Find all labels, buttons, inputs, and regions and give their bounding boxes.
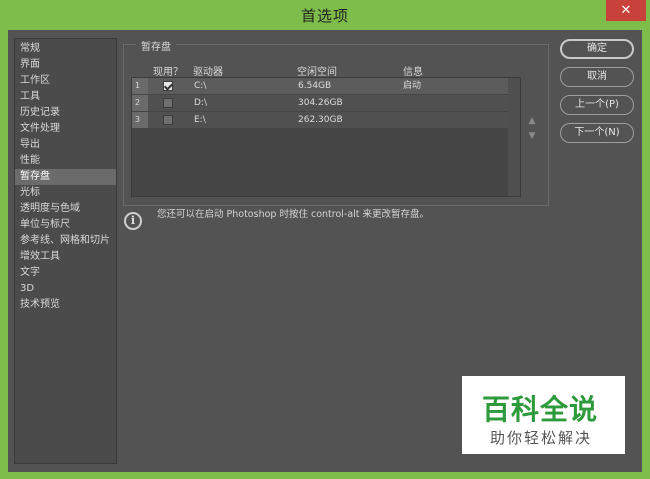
sidebar-item[interactable]: 透明度与色域 — [15, 201, 116, 217]
header-active: 现用？ — [153, 67, 183, 78]
table-row[interactable]: 2 D:\ 304.26GB — [132, 95, 508, 111]
drive-cell: E:\ — [194, 115, 206, 125]
table-row[interactable]: 3 E:\ 262.30GB — [132, 112, 508, 128]
header-info: 信息 — [403, 67, 423, 78]
header-drive: 驱动器 — [193, 67, 223, 78]
active-checkbox[interactable] — [163, 81, 173, 91]
watermark-title: 百科全说 — [482, 393, 599, 426]
dialog-title: 首选项 — [300, 7, 349, 25]
sidebar-item[interactable]: 性能 — [15, 153, 116, 169]
info-cell: 启动 — [403, 81, 422, 91]
sidebar-item[interactable]: 暂存盘 — [15, 169, 116, 185]
ok-button[interactable]: 确定 — [560, 39, 634, 59]
header-free-space: 空闲空间 — [297, 67, 337, 78]
sidebar-item[interactable]: 常规 — [15, 41, 116, 57]
watermark-logo: 百科全说 助你轻松解决 — [462, 376, 625, 454]
cancel-button[interactable]: 取消 — [560, 67, 634, 87]
move-down-icon[interactable]: ▼ — [527, 131, 537, 141]
move-up-icon[interactable]: ▲ — [527, 116, 537, 126]
close-button[interactable]: ✕ — [606, 0, 646, 21]
active-checkbox[interactable] — [163, 115, 173, 125]
sidebar-item[interactable]: 3D — [15, 281, 116, 297]
sidebar-item[interactable]: 工具 — [15, 89, 116, 105]
sidebar-item[interactable]: 参考线、网格和切片 — [15, 233, 116, 249]
sidebar-item[interactable]: 增效工具 — [15, 249, 116, 265]
title-bar: 首选项 ✕ — [0, 0, 650, 30]
free-space-cell: 6.54GB — [298, 81, 332, 91]
sidebar-item[interactable]: 技术预览 — [15, 297, 116, 313]
free-space-cell: 304.26GB — [298, 98, 343, 108]
sidebar-item[interactable]: 导出 — [15, 137, 116, 153]
sidebar-item[interactable]: 工作区 — [15, 73, 116, 89]
scratch-disk-table: 1 C:\ 6.54GB 启动 2 D:\ 304.26GB 3 E:\ 262.30GB — [131, 77, 521, 197]
sidebar-item[interactable]: 光标 — [15, 185, 116, 201]
drive-cell: D:\ — [194, 98, 207, 108]
info-text: 您还可以在启动 Photoshop 时按住 control-alt 来更改暂存盘… — [157, 209, 430, 220]
row-number: 1 — [132, 78, 148, 94]
free-space-cell: 262.30GB — [298, 115, 343, 125]
table-row[interactable]: 1 C:\ 6.54GB 启动 — [132, 78, 508, 94]
sidebar-item[interactable]: 历史记录 — [15, 105, 116, 121]
table-scroll-strip — [508, 78, 520, 196]
sidebar-item[interactable]: 界面 — [15, 57, 116, 73]
active-checkbox[interactable] — [163, 98, 173, 108]
previous-button[interactable]: 上一个(P) — [560, 95, 634, 115]
watermark-subtitle: 助你轻松解决 — [490, 429, 593, 447]
row-number: 3 — [132, 112, 148, 128]
sidebar-item[interactable]: 单位与标尺 — [15, 217, 116, 233]
row-number: 2 — [132, 95, 148, 111]
sidebar-item[interactable]: 文件处理 — [15, 121, 116, 137]
drive-cell: C:\ — [194, 81, 207, 91]
sidebar: 常规 界面 工作区 工具 历史记录 文件处理 导出 性能 暂存盘 光标 透明度与色域 单位与标尺 参考线… — [14, 38, 117, 464]
sidebar-item[interactable]: 文字 — [15, 265, 116, 281]
info-icon: i — [124, 212, 142, 230]
next-button[interactable]: 下一个(N) — [560, 123, 634, 143]
scratch-disk-group-title: 暂存盘 — [136, 38, 176, 53]
